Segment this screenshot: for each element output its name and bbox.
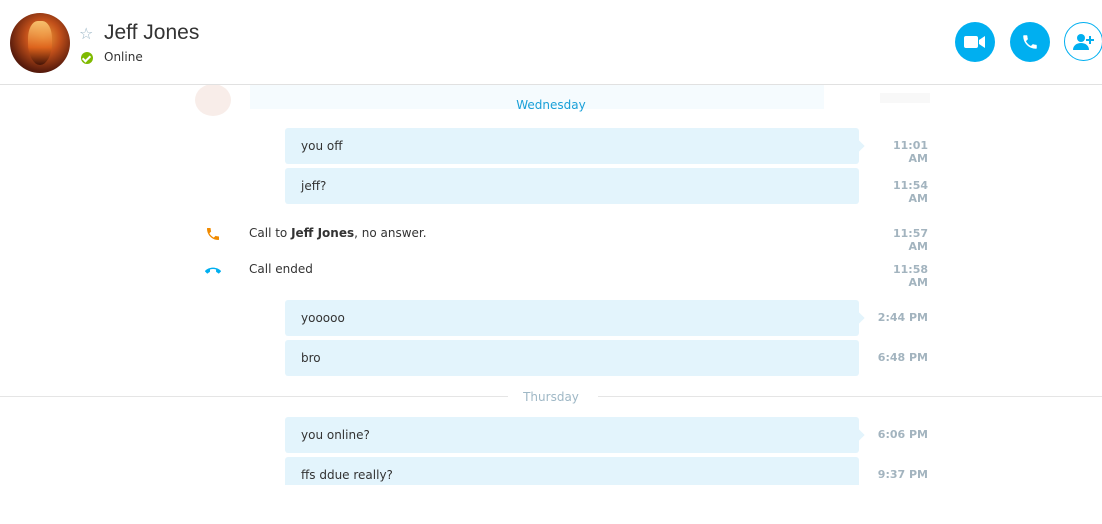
call-contact-name[interactable]: Jeff Jones bbox=[291, 226, 354, 240]
online-status-icon bbox=[81, 52, 93, 64]
conversation-history[interactable]: Wednesday you off 11:01 AM jeff? 11:54 A… bbox=[0, 85, 1102, 485]
video-camera-icon bbox=[964, 36, 985, 48]
message-text: bro bbox=[301, 351, 321, 365]
audio-call-button[interactable] bbox=[1010, 22, 1050, 62]
outgoing-call-icon bbox=[207, 228, 219, 240]
message-timestamp: 9:37 PM bbox=[877, 468, 928, 481]
message-timestamp: 6:48 PM bbox=[877, 351, 928, 364]
day-separator-thursday: Thursday bbox=[523, 390, 579, 404]
day-separator-wednesday: Wednesday bbox=[516, 98, 586, 112]
message-text: yooooo bbox=[301, 311, 345, 325]
call-event-text: Call to Jeff Jones, no answer. bbox=[249, 226, 427, 240]
message-bubble[interactable]: you online? bbox=[285, 417, 865, 453]
add-people-button[interactable] bbox=[1064, 22, 1102, 61]
message-bubble[interactable]: you off bbox=[285, 128, 865, 164]
message-bubble[interactable]: ffs ddue really? bbox=[285, 457, 859, 485]
message-bubble[interactable]: bro bbox=[285, 340, 859, 376]
call-timestamp: 11:58 AM bbox=[892, 263, 928, 289]
message-timestamp: 11:01 AM bbox=[892, 139, 928, 165]
message-bubble[interactable]: yooooo bbox=[285, 300, 865, 336]
message-bubble[interactable]: jeff? bbox=[285, 168, 859, 204]
message-text: you off bbox=[301, 139, 343, 153]
message-timestamp: 6:06 PM bbox=[877, 428, 928, 441]
phone-icon bbox=[1023, 35, 1037, 49]
message-text: jeff? bbox=[301, 179, 327, 193]
conversation-header: ☆ Jeff Jones Online bbox=[0, 0, 1102, 85]
contact-status: Online bbox=[104, 50, 143, 64]
call-timestamp: 11:57 AM bbox=[892, 227, 928, 253]
contact-name[interactable]: Jeff Jones bbox=[104, 21, 199, 45]
hang-up-icon bbox=[205, 267, 221, 274]
star-outline-icon[interactable]: ☆ bbox=[79, 25, 93, 43]
message-timestamp: 11:54 AM bbox=[892, 179, 928, 205]
message-text: ffs ddue really? bbox=[301, 468, 393, 482]
add-person-icon bbox=[1072, 33, 1094, 50]
contact-avatar[interactable] bbox=[10, 13, 70, 73]
message-timestamp: 2:44 PM bbox=[877, 311, 928, 324]
call-ended-text: Call ended bbox=[249, 262, 313, 276]
message-text: you online? bbox=[301, 428, 370, 442]
video-call-button[interactable] bbox=[955, 22, 995, 62]
